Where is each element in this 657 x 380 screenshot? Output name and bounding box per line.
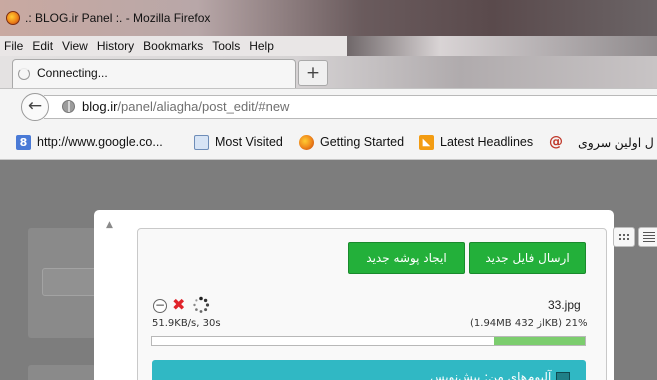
loading-spinner-icon bbox=[18, 68, 30, 80]
upload-speed: 51.9KB/s, 30s bbox=[152, 318, 221, 329]
tab-label: Connecting... bbox=[37, 66, 108, 80]
window-title: .: BLOG.ir Panel :. - Mozilla Firefox bbox=[25, 11, 211, 25]
url-host: blog.ir bbox=[82, 99, 118, 114]
firefox-icon bbox=[6, 11, 20, 25]
menubar-background bbox=[347, 36, 657, 56]
cancel-upload-icon[interactable]: ✖ bbox=[172, 296, 185, 314]
url-path: /panel/aliagha/post_edit/#new bbox=[117, 99, 290, 114]
upload-file-button[interactable]: ارسال فایل جدید bbox=[469, 242, 586, 274]
folder-icon bbox=[556, 372, 570, 380]
new-tab-button[interactable]: + bbox=[298, 60, 328, 86]
background-field bbox=[42, 268, 98, 296]
back-arrow-icon: ← bbox=[27, 96, 43, 116]
menu-tools[interactable]: Tools bbox=[212, 39, 240, 53]
site-identity-icon[interactable] bbox=[62, 100, 75, 113]
at-icon[interactable]: @ bbox=[549, 135, 564, 150]
most-visited-icon bbox=[194, 135, 209, 150]
google-icon: 8 bbox=[16, 135, 31, 150]
new-folder-button[interactable]: ایجاد پوشه جدید bbox=[348, 242, 465, 274]
menu-view[interactable]: View bbox=[62, 39, 88, 53]
folder-title: آلبوم‌های من: پیش‌نویس bbox=[430, 370, 552, 380]
menu-edit[interactable]: Edit bbox=[32, 39, 53, 53]
url-text[interactable]: blog.ir/panel/aliagha/post_edit/#new bbox=[82, 99, 289, 114]
minimize-icon[interactable]: − bbox=[153, 299, 167, 313]
list-view-button[interactable] bbox=[638, 227, 657, 247]
tab-active[interactable]: Connecting... bbox=[12, 59, 296, 88]
back-button[interactable]: ← bbox=[21, 93, 49, 121]
upload-progress-bar bbox=[151, 336, 586, 346]
menu-bar: File Edit View History Bookmarks Tools H… bbox=[0, 36, 347, 56]
upload-progress-fill bbox=[494, 337, 585, 345]
bookmark-google[interactable]: http://www.google.co... bbox=[37, 135, 163, 149]
grid-view-button[interactable] bbox=[613, 227, 635, 247]
bookmark-getting-started[interactable]: Getting Started bbox=[320, 135, 404, 149]
bookmark-most-visited[interactable]: Most Visited bbox=[215, 135, 283, 149]
menu-file[interactable]: File bbox=[4, 39, 23, 53]
menu-history[interactable]: History bbox=[97, 39, 134, 53]
scroll-up-arrow-icon[interactable]: ▲ bbox=[106, 220, 113, 230]
list-icon bbox=[643, 232, 655, 242]
loading-dots-icon bbox=[193, 296, 210, 313]
grid-icon bbox=[618, 233, 630, 241]
rss-icon: ◣ bbox=[419, 135, 434, 150]
file-name: 33.jpg bbox=[548, 298, 581, 312]
file-progress-meta: (1.94MB از 432KB) 21% bbox=[470, 318, 588, 329]
menu-bookmarks[interactable]: Bookmarks bbox=[143, 39, 203, 53]
title-bar: .: BLOG.ir Panel :. - Mozilla Firefox bbox=[0, 0, 657, 36]
background-panel bbox=[28, 365, 96, 380]
bookmark-latest-headlines[interactable]: Latest Headlines bbox=[440, 135, 533, 149]
bookmark-rtl[interactable]: ل اولین سروی bbox=[578, 135, 654, 150]
firefox-icon bbox=[299, 135, 314, 150]
menu-help[interactable]: Help bbox=[249, 39, 274, 53]
